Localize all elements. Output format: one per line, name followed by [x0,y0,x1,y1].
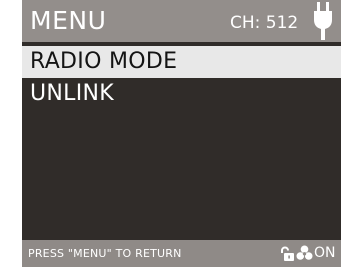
plug-icon [312,2,334,44]
menu-list: RADIO MODE UNLINK [22,46,341,110]
fan-icon [296,245,313,266]
return-hint: PRESS "MENU" TO RETURN [28,247,182,260]
footer-bar: PRESS "MENU" TO RETURN ON [22,240,341,267]
display-panel: MENU CH: 512 RADIO MODE UNLINK PRESS "ME… [22,0,341,267]
menu-title: MENU [30,6,107,35]
header-bar: MENU CH: 512 [22,0,341,42]
menu-item-radio-mode[interactable]: RADIO MODE [22,46,341,78]
unlock-icon [280,246,295,266]
channel-readout: CH: 512 [230,13,299,33]
menu-item-unlink[interactable]: UNLINK [22,78,341,110]
fan-status: ON [314,245,336,261]
device-screen: MENU CH: 512 RADIO MODE UNLINK PRESS "ME… [0,0,341,267]
